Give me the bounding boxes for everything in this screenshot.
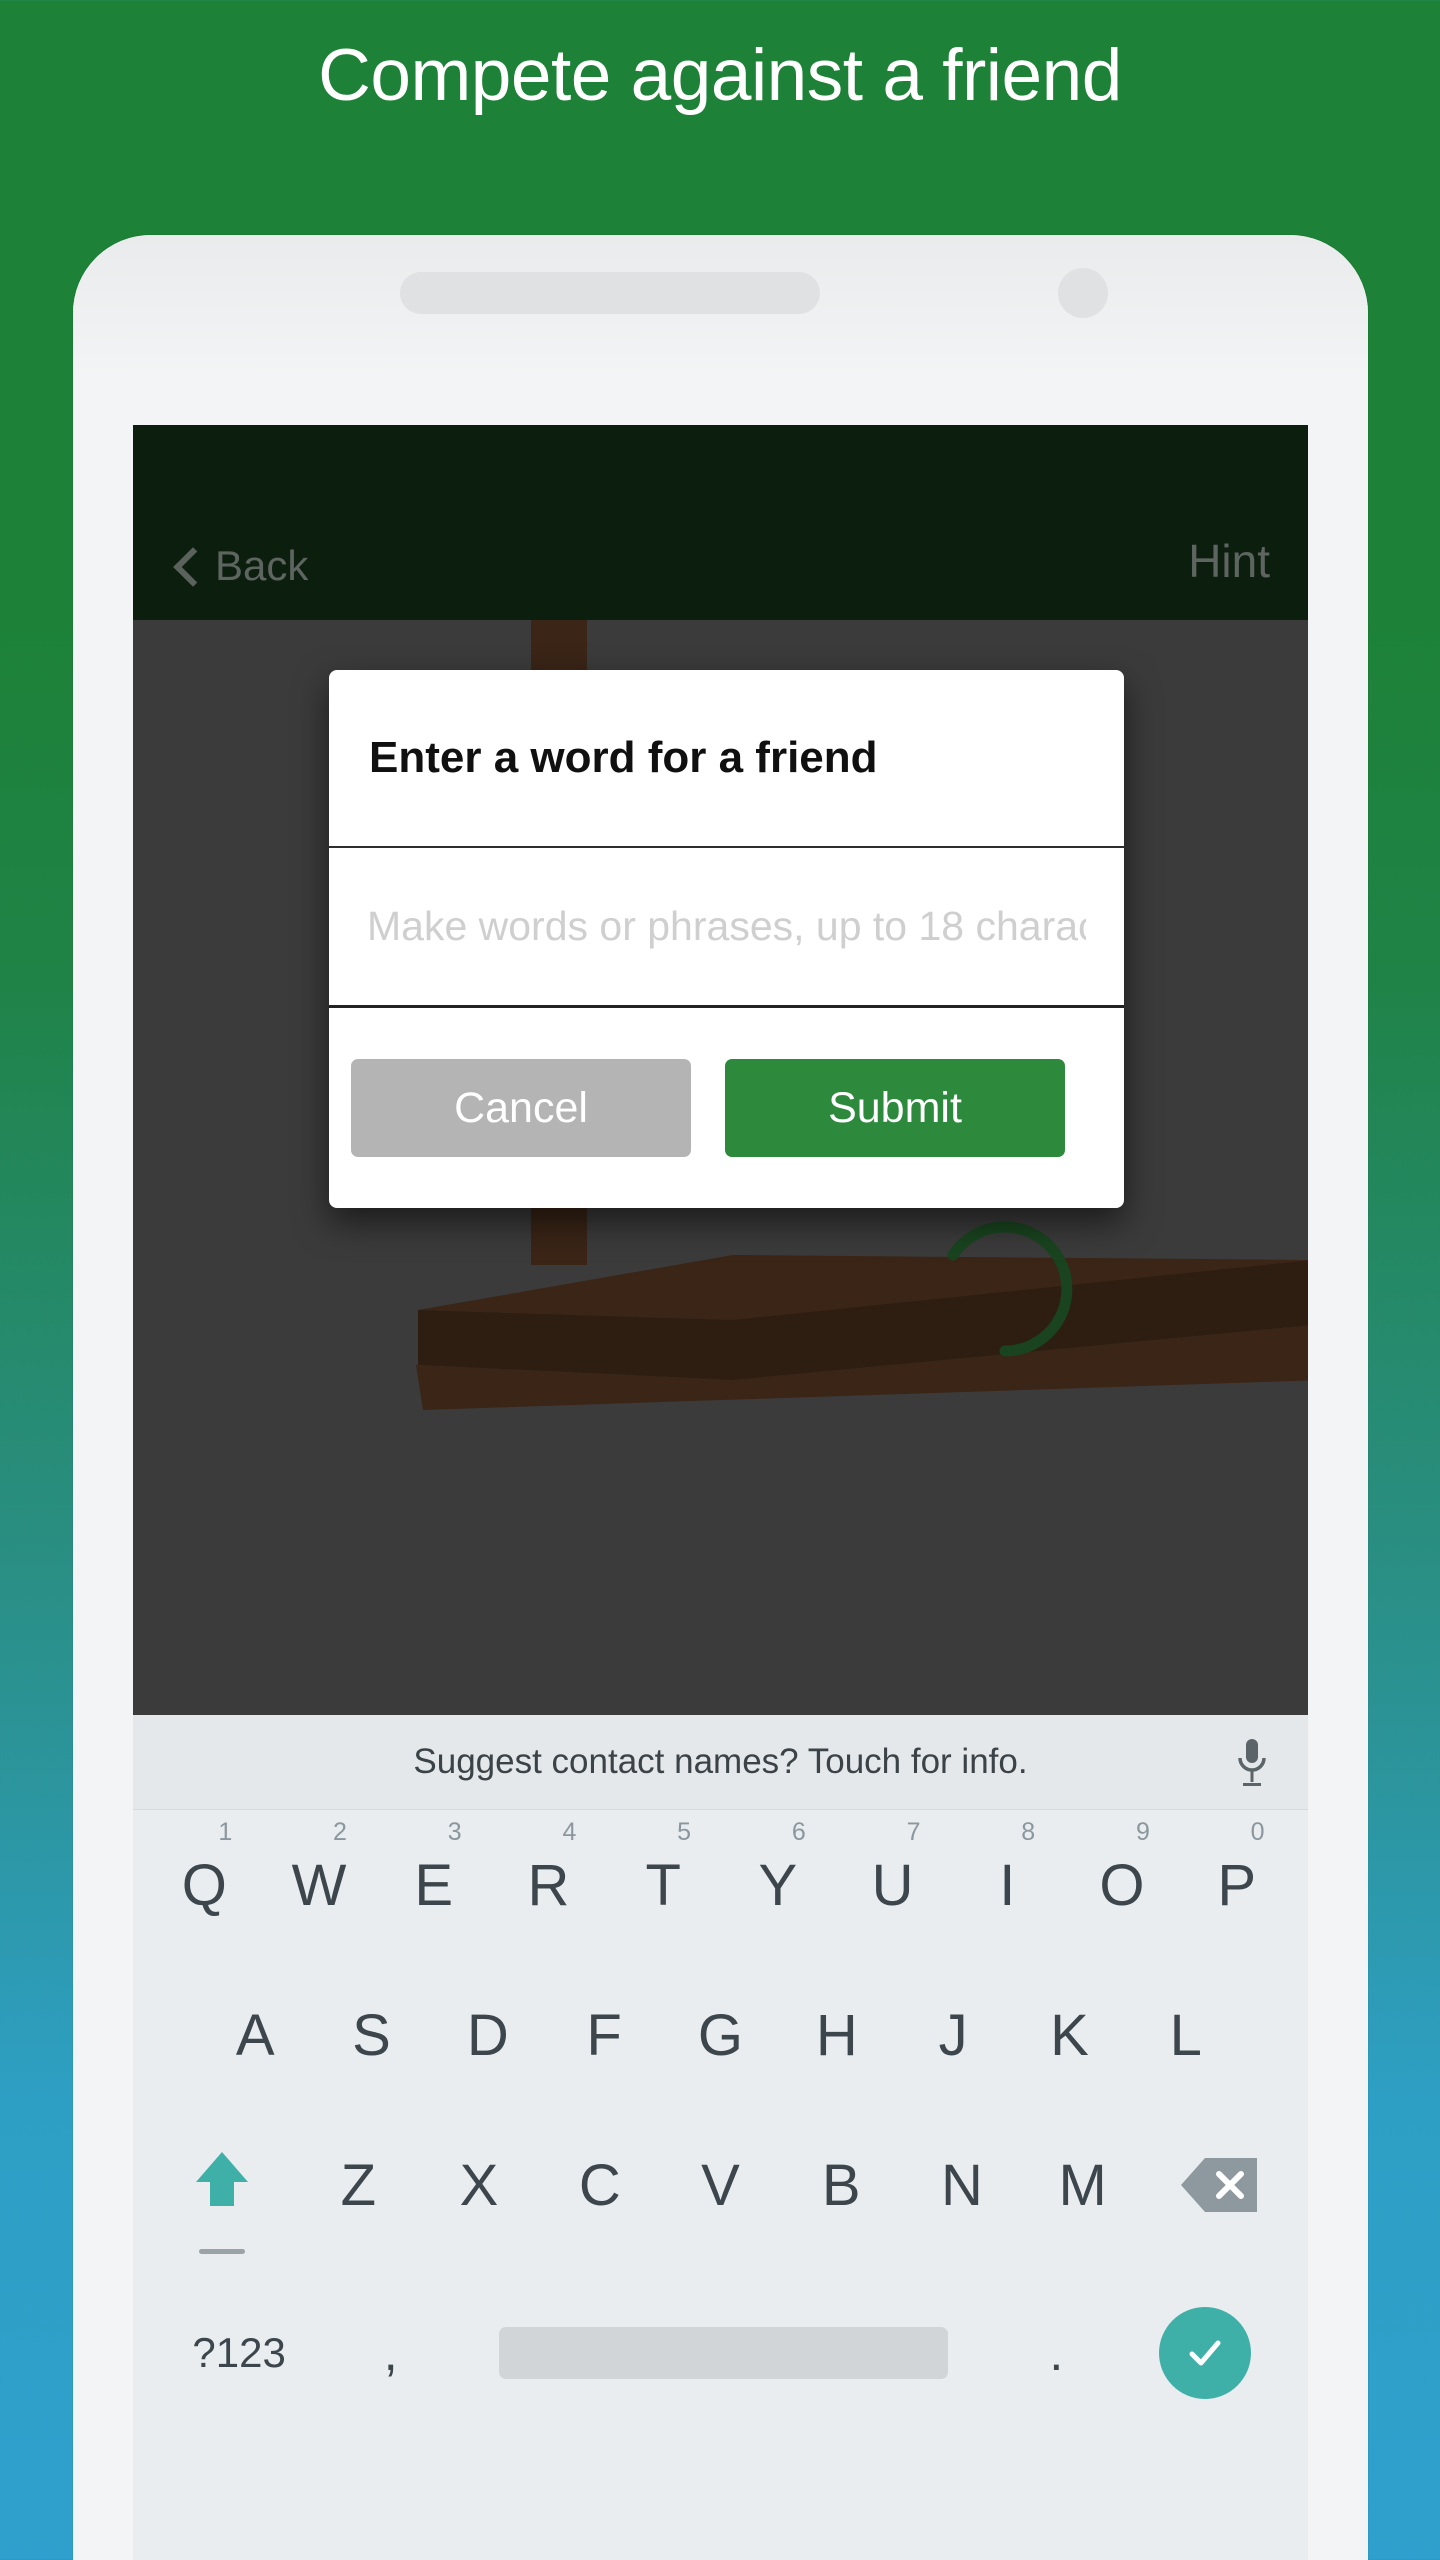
submit-button[interactable]: Submit (725, 1059, 1065, 1157)
dialog-actions: Cancel Submit (329, 1008, 1124, 1208)
key-letter: R (527, 1852, 570, 1918)
key-f[interactable]: F (546, 1960, 662, 2110)
cancel-button[interactable]: Cancel (351, 1059, 691, 1157)
symbols-key[interactable]: ?123 (147, 2260, 331, 2445)
period-key[interactable]: . (997, 2260, 1116, 2445)
back-label: Back (215, 542, 309, 589)
space-key[interactable] (450, 2260, 997, 2445)
comma-key[interactable]: , (331, 2260, 450, 2445)
enter-circle (1158, 2306, 1251, 2399)
key-letter: Y (758, 1852, 798, 1918)
keyboard-row-3: Z X C V B N M (133, 2110, 1308, 2260)
word-input[interactable] (367, 903, 1086, 950)
enter-key[interactable] (1116, 2260, 1294, 2445)
shift-arrow-icon (196, 2152, 249, 2206)
phone-speaker (400, 272, 820, 314)
key-letter: T (645, 1852, 681, 1918)
key-w[interactable]: 2W (262, 1810, 377, 1960)
key-letter: Q (181, 1852, 227, 1918)
keyboard-row-1: 1Q 2W 3E 4R 5T 6Y 7U 8I 9O 0P (133, 1810, 1308, 1960)
key-number: 7 (906, 1818, 921, 1846)
key-number: 0 (1250, 1818, 1265, 1846)
phone-screen: Back Hint Enter a word for a friend Canc… (133, 425, 1308, 2560)
back-button[interactable]: Back (171, 542, 308, 590)
key-letter: O (1099, 1852, 1145, 1918)
key-u[interactable]: 7U (835, 1810, 950, 1960)
backspace-key[interactable] (1143, 2110, 1294, 2260)
page-title: Compete against a friend (318, 34, 1122, 116)
key-number: 6 (791, 1818, 806, 1846)
key-y[interactable]: 6Y (721, 1810, 836, 1960)
key-g[interactable]: G (662, 1960, 778, 2110)
key-e[interactable]: 3E (376, 1810, 491, 1960)
key-m[interactable]: M (1022, 2110, 1143, 2260)
key-a[interactable]: A (197, 1960, 313, 2110)
key-o[interactable]: 9O (1065, 1810, 1180, 1960)
key-number: 9 (1135, 1818, 1150, 1846)
key-letter: U (871, 1852, 914, 1918)
microphone-icon[interactable] (1236, 1737, 1268, 1789)
enter-word-dialog: Enter a word for a friend Cancel Submit (329, 670, 1124, 1208)
spacebar-visual (499, 2326, 948, 2379)
key-h[interactable]: H (779, 1960, 895, 2110)
hint-button[interactable]: Hint (1188, 534, 1270, 590)
key-number: 3 (447, 1818, 462, 1846)
key-number: 8 (1021, 1818, 1036, 1846)
key-d[interactable]: D (430, 1960, 546, 2110)
suggestion-bar[interactable]: Suggest contact names? Touch for info. (133, 1715, 1308, 1810)
key-s[interactable]: S (313, 1960, 429, 2110)
key-number: 4 (562, 1818, 577, 1846)
key-r[interactable]: 4R (491, 1810, 606, 1960)
key-t[interactable]: 5T (606, 1810, 721, 1960)
key-letter: I (999, 1852, 1016, 1918)
phone-camera (1058, 268, 1108, 318)
key-letter: P (1217, 1852, 1257, 1918)
key-z[interactable]: Z (298, 2110, 419, 2260)
key-j[interactable]: J (895, 1960, 1011, 2110)
key-letter: W (291, 1852, 347, 1918)
chevron-left-icon (171, 551, 201, 581)
key-l[interactable]: L (1128, 1960, 1244, 2110)
shift-key[interactable] (147, 2110, 298, 2260)
keyboard-row-4: ?123 , . (133, 2260, 1308, 2445)
soft-keyboard: Suggest contact names? Touch for info. 1… (133, 1715, 1308, 2560)
key-letter: E (414, 1852, 454, 1918)
keyboard-row-2: A S D F G H J K L (133, 1960, 1308, 2110)
app-bar: Back Hint (133, 425, 1308, 620)
key-v[interactable]: V (660, 2110, 781, 2260)
key-i[interactable]: 8I (950, 1810, 1065, 1960)
key-x[interactable]: X (419, 2110, 540, 2260)
key-k[interactable]: K (1011, 1960, 1127, 2110)
suggestion-text: Suggest contact names? Touch for info. (413, 1742, 1028, 1781)
key-number: 2 (333, 1818, 347, 1846)
shift-underline (199, 2249, 246, 2254)
dialog-title: Enter a word for a friend (329, 670, 1124, 848)
key-p[interactable]: 0P (1179, 1810, 1294, 1960)
key-number: 5 (677, 1818, 692, 1846)
key-q[interactable]: 1Q (147, 1810, 262, 1960)
dialog-input-row (329, 848, 1124, 1008)
backspace-icon (1180, 2158, 1257, 2212)
key-b[interactable]: B (781, 2110, 902, 2260)
checkmark-icon (1189, 2340, 1221, 2365)
key-c[interactable]: C (539, 2110, 660, 2260)
key-n[interactable]: N (902, 2110, 1023, 2260)
key-number: 1 (218, 1818, 233, 1846)
